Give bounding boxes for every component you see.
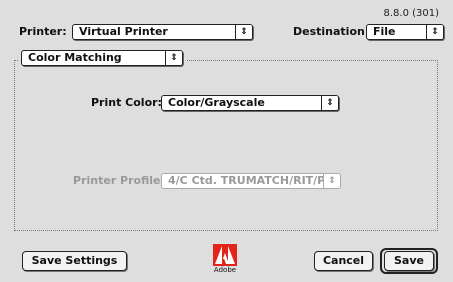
printer-profile-popup-value: 4/C Ctd. TRUMATCH/RIT/P... — [168, 174, 336, 187]
destination-popup[interactable]: File ⇕ — [366, 24, 444, 40]
updown-arrows-icon: ⇕ — [165, 51, 182, 65]
options-group-box — [14, 60, 438, 231]
section-popup-value: Color Matching — [28, 51, 122, 64]
destination-label: Destination: — [293, 25, 370, 38]
save-settings-button[interactable]: Save Settings — [22, 251, 127, 271]
printer-popup[interactable]: Virtual Printer ⇕ — [72, 24, 253, 40]
updown-arrows-icon: ⇕ — [323, 174, 340, 188]
print-color-popup[interactable]: Color/Grayscale ⇕ — [161, 95, 339, 111]
version-label: 8.8.0 (301) — [383, 8, 439, 19]
section-popup[interactable]: Color Matching ⇕ — [21, 50, 183, 66]
updown-arrows-icon: ⇕ — [321, 96, 338, 110]
printer-label: Printer: — [19, 25, 67, 38]
updown-arrows-icon: ⇕ — [235, 25, 252, 39]
printer-profile-popup[interactable]: 4/C Ctd. TRUMATCH/RIT/P... ⇕ — [161, 173, 341, 189]
print-color-popup-value: Color/Grayscale — [168, 96, 265, 109]
cancel-button[interactable]: Cancel — [314, 251, 373, 271]
adobe-logo-icon — [213, 244, 237, 266]
print-color-label: Print Color: — [91, 96, 162, 109]
printer-popup-value: Virtual Printer — [79, 25, 168, 38]
updown-arrows-icon: ⇕ — [426, 25, 443, 39]
save-button[interactable]: Save — [384, 251, 434, 271]
adobe-logo-text: Adobe — [213, 266, 237, 274]
adobe-logo: Adobe — [213, 244, 237, 274]
destination-popup-value: File — [373, 25, 396, 38]
printer-profile-label: Printer Profile: — [73, 174, 165, 187]
